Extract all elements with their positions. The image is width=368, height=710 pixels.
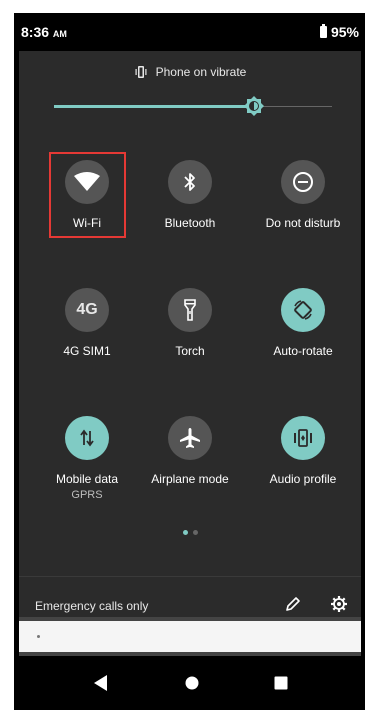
tile-audio-profile-label: Audio profile <box>269 472 337 486</box>
tile-airplane-label: Airplane mode <box>151 472 229 486</box>
tile-mobile-data-label: Mobile data <box>55 472 119 486</box>
brightness-thumb-icon[interactable] <box>244 96 264 116</box>
tile-mobile-data[interactable]: Mobile data GPRS <box>30 416 144 501</box>
tile-4g-label: 4G SIM1 <box>63 344 111 358</box>
brightness-slider[interactable] <box>54 96 332 116</box>
back-icon <box>94 675 107 691</box>
battery-indicator: 95% <box>319 24 359 40</box>
notification-dot-icon <box>37 635 40 638</box>
notification-area <box>19 617 361 656</box>
brightness-track-empty <box>254 106 332 107</box>
tile-bluetooth-label: Bluetooth <box>164 216 216 230</box>
tile-auto-rotate[interactable]: Auto-rotate <box>246 288 360 358</box>
battery-percent: 95% <box>330 24 359 40</box>
audio-profile-icon <box>294 429 312 447</box>
tile-wifi[interactable]: Wi-Fi <box>30 160 144 230</box>
tile-auto-rotate-label: Auto-rotate <box>273 344 333 358</box>
4g-icon: 4G <box>76 301 98 318</box>
wifi-icon <box>74 172 100 191</box>
notification-card[interactable] <box>19 621 361 652</box>
status-time-ampm: AM <box>52 29 67 39</box>
auto-rotate-icon <box>294 300 312 320</box>
edit-pencil-icon[interactable] <box>284 595 302 613</box>
tile-audio-profile-circle[interactable] <box>281 416 325 460</box>
tile-torch[interactable]: Torch <box>133 288 247 358</box>
bluetooth-icon <box>184 173 195 191</box>
status-bar: 8:36 AM 95% <box>14 13 365 51</box>
tile-dnd-label: Do not disturb <box>265 216 341 230</box>
settings-gear-icon[interactable] <box>330 595 348 613</box>
phone-screen: 8:36 AM 95% Phone on vibrate Wi-Fi Bluet… <box>14 13 365 710</box>
tile-wifi-label: Wi-Fi <box>73 216 101 230</box>
recents-icon <box>274 676 288 690</box>
page-dot-2[interactable] <box>192 530 198 535</box>
tile-torch-circle[interactable] <box>168 288 212 332</box>
tile-audio-profile[interactable]: Audio profile <box>246 416 360 486</box>
tile-mobile-data-circle[interactable] <box>65 416 109 460</box>
airplane-icon <box>180 428 200 448</box>
tile-wifi-circle[interactable] <box>65 160 109 204</box>
home-icon <box>185 676 199 690</box>
mobile-data-icon <box>80 429 94 447</box>
tile-mobile-data-sublabel: GPRS <box>71 489 103 501</box>
page-indicator <box>19 530 361 535</box>
status-time-value: 8:36 <box>21 24 50 40</box>
vibrate-icon <box>135 66 147 78</box>
status-time: 8:36 AM <box>21 24 67 40</box>
tile-bluetooth[interactable]: Bluetooth <box>133 160 247 230</box>
vibrate-label: Phone on vibrate <box>155 65 247 79</box>
tile-airplane-circle[interactable] <box>168 416 212 460</box>
tile-bluetooth-circle[interactable] <box>168 160 212 204</box>
tile-4g-circle[interactable]: 4G <box>65 288 109 332</box>
tile-airplane-mode[interactable]: Airplane mode <box>133 416 247 486</box>
brightness-track-filled <box>54 105 254 108</box>
vibrate-status[interactable]: Phone on vibrate <box>19 65 361 79</box>
nav-back-button[interactable] <box>71 656 131 710</box>
torch-icon <box>184 299 196 321</box>
navigation-bar <box>14 656 365 710</box>
tile-dnd-circle[interactable] <box>281 160 325 204</box>
tile-auto-rotate-circle[interactable] <box>281 288 325 332</box>
tile-torch-label: Torch <box>175 344 205 358</box>
do-not-disturb-icon <box>293 172 313 192</box>
battery-icon <box>319 24 327 38</box>
quick-settings-panel: Phone on vibrate Wi-Fi Bluetooth Do not … <box>19 51 361 617</box>
nav-recents-button[interactable] <box>251 656 311 710</box>
page-dot-1[interactable] <box>182 530 188 535</box>
tile-do-not-disturb[interactable]: Do not disturb <box>246 160 360 230</box>
tile-4g-sim1[interactable]: 4G 4G SIM1 <box>30 288 144 358</box>
quick-settings-footer: Emergency calls only <box>19 576 361 617</box>
nav-home-button[interactable] <box>162 656 222 710</box>
emergency-calls-label: Emergency calls only <box>35 599 149 613</box>
